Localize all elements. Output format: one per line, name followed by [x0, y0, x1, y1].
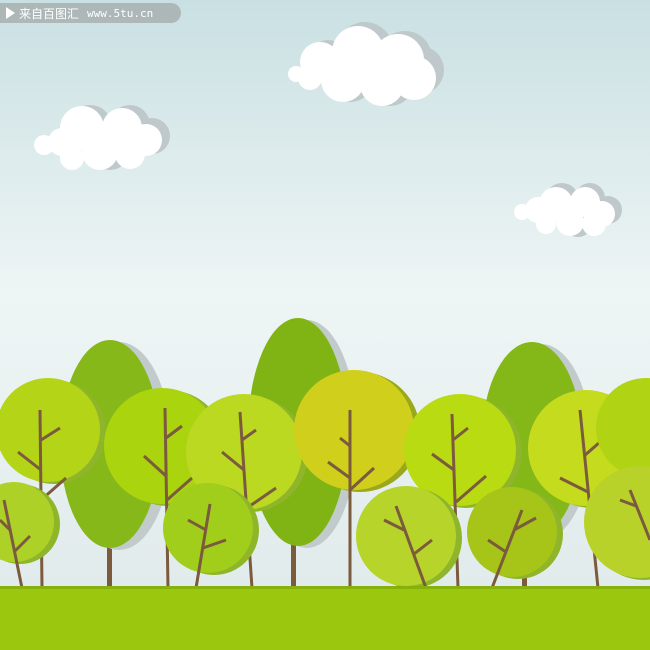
tree-landscape-illustration	[0, 0, 650, 650]
watermark-url: www.5tu.cn	[87, 6, 154, 20]
play-arrow-icon	[6, 7, 15, 19]
grass-edge	[0, 586, 650, 589]
grass-ground	[0, 586, 650, 650]
watermark-label: 来自百图汇	[19, 6, 80, 21]
watermark: 来自百图汇 www.5tu.cn	[0, 3, 181, 23]
illustration-scene: 来自百图汇 www.5tu.cn	[0, 0, 650, 650]
